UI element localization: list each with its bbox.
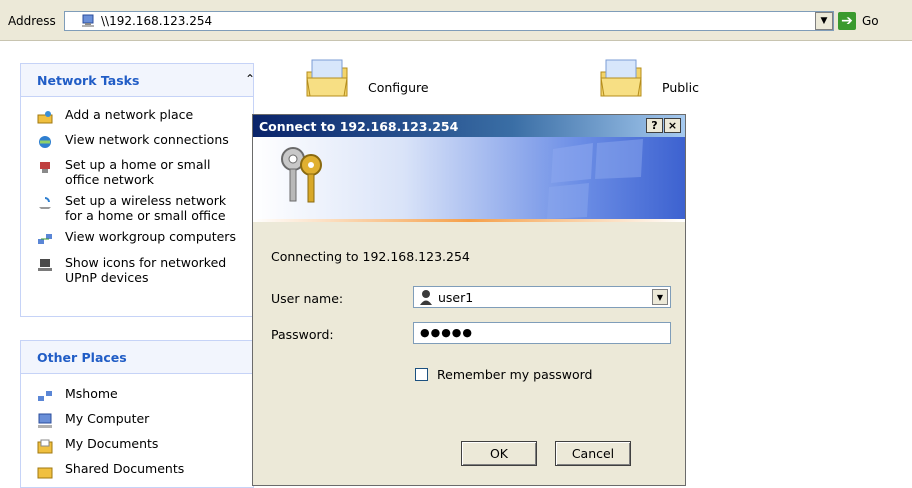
address-dropdown-button[interactable]: ▼ <box>815 12 833 30</box>
task-view-network-connections[interactable]: View network connections <box>37 132 245 150</box>
network-folder-icon[interactable] <box>598 58 644 100</box>
network-tasks-title: Network Tasks <box>37 73 140 88</box>
add-network-place-icon <box>37 111 53 124</box>
banner-divider <box>253 219 685 222</box>
username-combobox[interactable]: user1 ▼ <box>413 286 671 308</box>
place-label: Shared Documents <box>65 461 185 476</box>
connect-dialog: Connect to 192.168.123.254 ? × Connectin… <box>252 114 686 486</box>
network-folder-icon[interactable] <box>304 58 350 100</box>
task-label: Add a network place <box>65 107 194 122</box>
remember-password-checkbox[interactable] <box>415 368 428 381</box>
other-places-body: Mshome My Computer My Documents Shared D… <box>21 374 253 487</box>
address-bar: Address \\192.168.123.254 ▼ ➔ Go <box>0 0 912 41</box>
task-label: View network connections <box>65 132 229 147</box>
other-places-header[interactable]: Other Places <box>21 341 253 374</box>
username-label: User name: <box>271 291 344 306</box>
network-tasks-pane: Network Tasks ⌃ Add a network place View… <box>20 63 255 317</box>
place-my-documents[interactable]: My Documents <box>37 436 245 454</box>
place-my-computer[interactable]: My Computer <box>37 411 245 429</box>
username-value: user1 <box>438 290 474 305</box>
task-label: Show icons for networked UPnP devices <box>65 255 227 285</box>
home-network-icon <box>40 162 50 173</box>
help-button[interactable]: ? <box>646 118 663 133</box>
task-show-upnp-icons[interactable]: Show icons for networked UPnP devices <box>37 255 245 285</box>
other-places-title: Other Places <box>37 350 127 365</box>
network-tasks-header[interactable]: Network Tasks ⌃ <box>21 64 255 97</box>
user-icon <box>420 290 432 305</box>
password-field[interactable]: ●●●●● <box>413 322 671 344</box>
place-label: Mshome <box>65 386 118 401</box>
place-shared-documents[interactable]: Shared Documents <box>37 461 245 479</box>
address-label: Address <box>8 14 56 28</box>
cancel-button[interactable]: Cancel <box>555 441 631 466</box>
go-label: Go <box>862 14 879 28</box>
place-label: My Documents <box>65 436 159 451</box>
task-label: Set up a home or small office network <box>65 157 211 187</box>
ok-label: OK <box>489 446 509 461</box>
username-dropdown-button[interactable]: ▼ <box>652 289 668 305</box>
go-button[interactable]: ➔ Go <box>838 10 898 32</box>
network-tasks-body: Add a network place View network connect… <box>21 97 253 316</box>
windows-logo-watermark-icon <box>547 139 643 219</box>
address-value: \\192.168.123.254 <box>101 14 213 28</box>
task-setup-wireless-network[interactable]: Set up a wireless network for a home or … <box>37 193 245 223</box>
shared-documents-icon <box>37 467 53 479</box>
ok-button[interactable]: OK <box>461 441 537 466</box>
close-icon: × <box>667 119 678 132</box>
keys-icon <box>281 147 322 203</box>
my-computer-icon <box>38 413 52 428</box>
workgroup-icon <box>38 391 52 401</box>
collapse-chevron-icon[interactable]: ⌃ <box>245 72 255 86</box>
address-input[interactable]: \\192.168.123.254 <box>64 11 834 31</box>
connecting-text: Connecting to 192.168.123.254 <box>271 249 470 264</box>
network-computer-icon <box>82 14 94 27</box>
task-view-workgroup-computers[interactable]: View workgroup computers <box>37 229 245 247</box>
upnp-devices-icon <box>38 259 52 271</box>
remember-password-label[interactable]: Remember my password <box>437 367 593 382</box>
chevron-down-icon: ▼ <box>820 16 828 26</box>
task-add-network-place[interactable]: Add a network place <box>37 107 245 125</box>
place-label: My Computer <box>65 411 150 426</box>
password-label: Password: <box>271 327 334 342</box>
network-connections-icon <box>39 136 51 148</box>
dialog-title: Connect to 192.168.123.254 <box>259 119 459 134</box>
place-mshome[interactable]: Mshome <box>37 386 245 404</box>
dialog-banner <box>253 137 685 219</box>
folder-label[interactable]: Public <box>662 80 699 95</box>
workgroup-computers-icon <box>38 234 52 244</box>
help-icon: ? <box>651 119 658 132</box>
close-button[interactable]: × <box>664 118 681 133</box>
task-label: View workgroup computers <box>65 229 236 244</box>
wireless-network-icon <box>39 197 51 209</box>
task-setup-home-network[interactable]: Set up a home or small office network <box>37 157 245 187</box>
folder-label[interactable]: Configure <box>368 80 429 95</box>
dialog-titlebar[interactable]: Connect to 192.168.123.254 ? × <box>253 115 685 137</box>
cancel-label: Cancel <box>571 446 615 461</box>
chevron-down-icon: ▼ <box>656 292 664 302</box>
my-documents-icon <box>37 439 53 454</box>
task-label: Set up a wireless network for a home or … <box>65 193 227 223</box>
go-arrow-icon: ➔ <box>838 12 856 30</box>
password-value: ●●●●● <box>420 326 473 339</box>
other-places-pane: Other Places Mshome My Computer My Docum… <box>20 340 254 488</box>
